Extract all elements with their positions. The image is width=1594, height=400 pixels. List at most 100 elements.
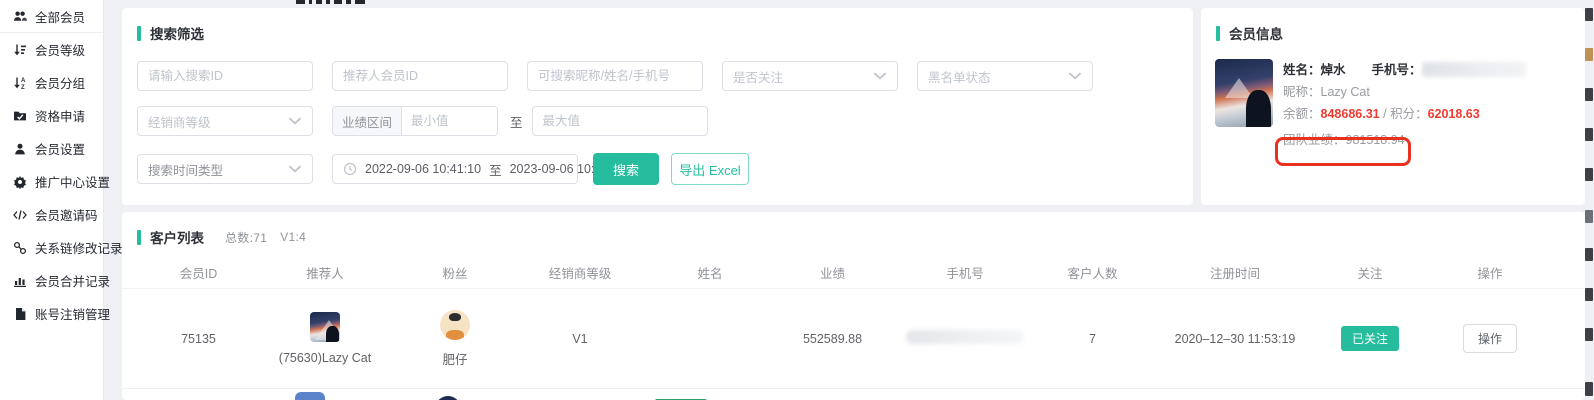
sidebar-item-account-cancellation[interactable]: 账号注销管理 [0, 297, 103, 330]
col-referrer: 推荐人 [260, 263, 390, 282]
dealer-level-select[interactable]: 经销商等级 [137, 106, 313, 136]
table-row: 75135 (75630)Lazy Cat 肥仔 V1 552589.88 7 … [122, 289, 1585, 389]
sidebar-item-all-members[interactable]: 全部会员 [0, 0, 103, 33]
cell-dealer-level: V1 [520, 332, 640, 346]
chevron-down-icon [873, 69, 887, 83]
sidebar-item-label: 会员等级 [35, 40, 85, 59]
sidebar-item-relation-log[interactable]: 关系链修改记录 [0, 231, 103, 264]
chevron-down-icon [1068, 69, 1082, 83]
search-button[interactable]: 搜索 [593, 153, 659, 185]
date-to-label: 至 [489, 160, 502, 179]
referrer-avatar[interactable] [310, 312, 340, 342]
member-name-line: 姓名：焯水手机号： [1283, 59, 1526, 81]
sidebar-item-label: 会员分组 [35, 73, 85, 92]
member-info-card: 会员信息 姓名：焯水手机号： 昵称：Lazy Cat 余额：848686.31 … [1201, 8, 1585, 205]
cell-registered-at: 2020–12–30 11:53:19 [1140, 332, 1330, 346]
chevron-down-icon [288, 162, 302, 176]
member-section-title: 会员信息 [1201, 8, 1585, 43]
performance-max-input[interactable] [532, 106, 708, 136]
export-excel-button[interactable]: 导出 Excel [671, 153, 749, 185]
member-phone-blurred [1422, 62, 1526, 77]
svg-text:Z: Z [21, 85, 25, 90]
referrer-name: (75630)Lazy Cat [279, 351, 371, 365]
followed-badge[interactable]: 已关注 [1341, 326, 1399, 351]
performance-min-input[interactable] [402, 107, 488, 135]
member-title-text: 会员信息 [1229, 23, 1283, 43]
member-nickname: Lazy Cat [1321, 85, 1370, 99]
search-filter-card: 搜索筛选 是否关注 黑名单状态 经销商等级 业绩区间 至 搜索时间类型 [122, 8, 1193, 205]
cell-phone [885, 330, 1045, 347]
file-icon [13, 307, 27, 321]
follow-status-select[interactable]: 是否关注 [722, 61, 898, 91]
cell-follow: 已关注 [1330, 326, 1410, 351]
col-customer-count: 客户人数 [1045, 263, 1140, 282]
time-type-select[interactable]: 搜索时间类型 [137, 154, 313, 184]
member-name: 焯水 [1321, 63, 1346, 77]
blacklist-status-select[interactable]: 黑名单状态 [917, 61, 1093, 91]
cell-member-id: 75135 [137, 332, 260, 346]
cell-performance: 552589.88 [780, 332, 885, 346]
performance-range-group: 业绩区间 [332, 106, 498, 136]
cell-action: 操作 [1410, 324, 1570, 353]
member-avatar [1215, 59, 1273, 127]
sidebar-item-label: 推广中心设置 [35, 172, 110, 191]
sidebar-item-promotion-settings[interactable]: 推广中心设置 [0, 165, 103, 198]
next-referrer-avatar [295, 392, 325, 400]
range-to-label: 至 [510, 112, 523, 131]
clock-icon [343, 162, 357, 176]
member-nick-line: 昵称：Lazy Cat [1283, 81, 1526, 103]
section-accent-bar [1216, 26, 1220, 41]
sidebar-item-qualification[interactable]: 资格申请 [0, 99, 103, 132]
col-performance: 业绩 [780, 263, 885, 282]
fan-avatar[interactable] [440, 310, 470, 340]
col-fan: 粉丝 [390, 263, 520, 282]
col-dealer-level: 经销商等级 [520, 263, 640, 282]
member-balance: 848686.31 [1321, 107, 1380, 121]
filter-section-title: 搜索筛选 [122, 8, 1193, 43]
fan-name: 肥仔 [442, 349, 467, 368]
list-total-count: 总数:71 [225, 229, 267, 246]
sidebar-item-merge-log[interactable]: 会员合并记录 [0, 264, 103, 297]
date-range-picker[interactable]: 2022-09-06 10:41:10 至 2023-09-06 10:41:1… [332, 154, 578, 184]
col-name: 姓名 [640, 263, 780, 282]
member-points: 62018.63 [1428, 107, 1480, 121]
sidebar: 全部会员 会员等级 AZ 会员分组 资格申请 会员设置 推广中心设置 会员邀请 [0, 0, 104, 400]
sidebar-item-label: 会员设置 [35, 139, 85, 158]
date-start: 2022-09-06 10:41:10 [365, 162, 481, 176]
keyword-input[interactable] [527, 61, 703, 91]
member-team-line: 团队业绩：981518.94 [1283, 125, 1526, 151]
sidebar-item-member-group[interactable]: AZ 会员分组 [0, 66, 103, 99]
section-accent-bar [137, 230, 141, 245]
phone-blurred [906, 330, 1024, 344]
cell-customer-count: 7 [1045, 332, 1140, 346]
user-icon [13, 142, 27, 156]
customer-list-card: 客户列表 总数:71 V1:4 会员ID 推荐人 粉丝 经销商等级 姓名 业绩 … [122, 212, 1585, 400]
member-team-performance: 981518.94 [1346, 133, 1405, 147]
folder-check-icon [13, 109, 27, 123]
sort-numeric-icon [13, 43, 27, 57]
col-action: 操作 [1410, 263, 1570, 282]
sidebar-item-label: 账号注销管理 [35, 304, 110, 323]
next-fan-avatar [435, 396, 461, 400]
cell-referrer: (75630)Lazy Cat [260, 312, 390, 365]
sidebar-item-invite-code[interactable]: 会员邀请码 [0, 198, 103, 231]
referrer-id-input[interactable] [332, 61, 508, 91]
cropped-right-panel [1584, 0, 1594, 400]
col-registered-at: 注册时间 [1140, 263, 1330, 282]
action-button[interactable]: 操作 [1463, 324, 1517, 353]
search-id-input[interactable] [137, 61, 313, 91]
section-accent-bar [137, 26, 141, 41]
sidebar-item-member-level[interactable]: 会员等级 [0, 33, 103, 66]
sidebar-item-label: 全部会员 [35, 7, 85, 26]
col-follow: 关注 [1330, 263, 1410, 282]
sort-alpha-icon: AZ [13, 76, 27, 90]
gear-icon [13, 175, 27, 189]
link-icon [13, 241, 27, 255]
svg-text:A: A [21, 78, 26, 84]
performance-range-label: 业绩区间 [333, 107, 402, 135]
sidebar-item-member-settings[interactable]: 会员设置 [0, 132, 103, 165]
member-balance-line: 余额：848686.31 / 积分：62018.63 [1283, 103, 1526, 125]
customer-table: 会员ID 推荐人 粉丝 经销商等级 姓名 业绩 手机号 客户人数 注册时间 关注… [122, 257, 1585, 389]
chart-icon [13, 274, 27, 288]
users-icon [13, 9, 27, 23]
